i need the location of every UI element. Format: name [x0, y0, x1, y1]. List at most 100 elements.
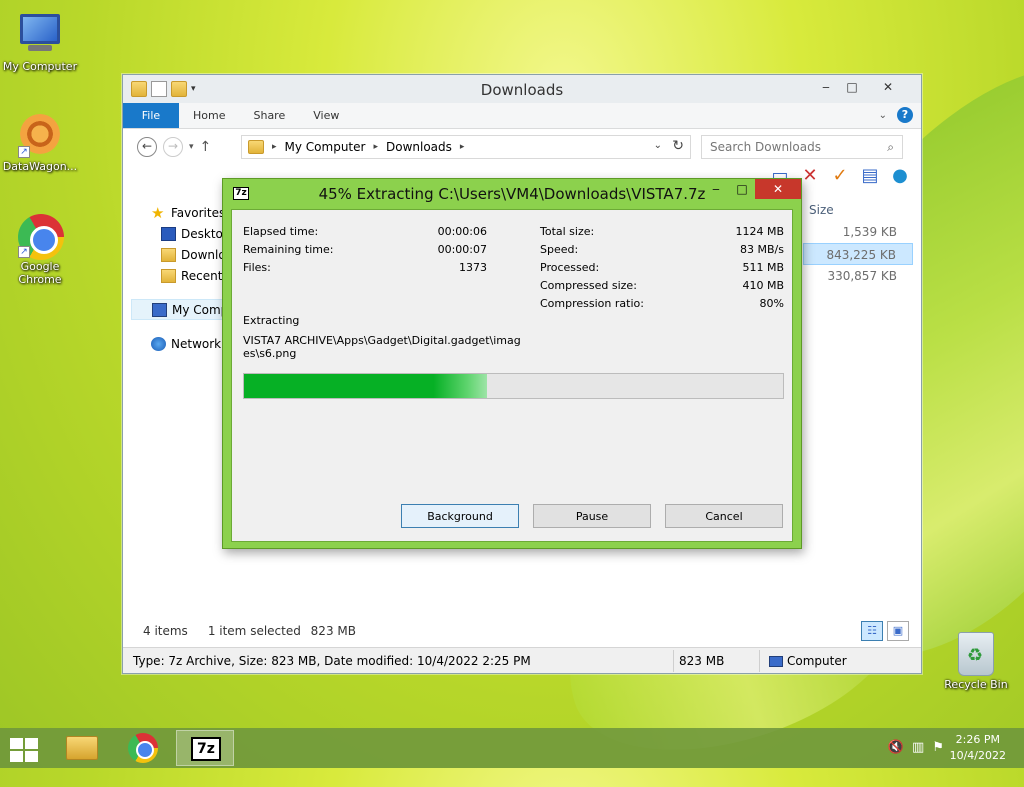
expand-ribbon-icon[interactable]: ⌄ [879, 110, 887, 121]
item-count: 4 items [143, 624, 188, 638]
tab-view[interactable]: View [299, 103, 353, 128]
stat-value: 80% [759, 297, 784, 310]
recent-locations-icon[interactable]: ▾ [189, 142, 194, 152]
taskbar-chrome[interactable] [114, 730, 172, 766]
clock[interactable]: 2:26 PM 10/4/2022 [950, 732, 1006, 764]
tab-home[interactable]: Home [179, 103, 239, 128]
minimize-button[interactable]: ‒ [813, 77, 839, 97]
desktop-icon-chrome[interactable]: ↗ Google Chrome [0, 214, 80, 286]
back-button[interactable]: ← [137, 137, 157, 157]
search-icon: ⌕ [887, 140, 894, 154]
system-tray: 🔇 ▥ ⚑ [888, 740, 944, 755]
action-label: Extracting [243, 314, 300, 327]
network-status-icon[interactable]: ▥ [912, 740, 924, 755]
clock-time: 2:26 PM [955, 733, 1000, 746]
volume-muted-icon[interactable]: 🔇 [888, 740, 904, 755]
globe-icon[interactable]: ● [889, 165, 911, 187]
extract-progress-dialog: 7z 45% Extracting C:\Users\VM4\Downloads… [222, 178, 802, 549]
desktop-icon-recycle-bin[interactable]: Recycle Bin [936, 632, 1016, 691]
details-location: Computer [763, 648, 853, 674]
monitor-icon [18, 14, 62, 58]
taskbar: 7z 🔇 ▥ ⚑ 2:26 PM 10/4/2022 [0, 728, 1024, 768]
progress-fill [244, 374, 487, 398]
tab-file[interactable]: File [123, 103, 179, 128]
cancel-button[interactable]: Cancel [665, 504, 783, 528]
checkmark-icon[interactable]: ✓ [829, 165, 851, 187]
stat-label: Compressed size: [540, 279, 637, 292]
current-file-path: VISTA7 ARCHIVE\Apps\Gadget\Digital.gadge… [243, 334, 521, 360]
minimize-button[interactable]: ‒ [703, 179, 729, 199]
background-button[interactable]: Background [401, 504, 519, 528]
desktop-icon-label: DataWagon... [2, 160, 78, 173]
file-row-size[interactable]: 1,539 KB [803, 221, 913, 243]
nav-label: Network [171, 337, 222, 351]
status-line: 4 items 1 item selected 823 MB [143, 624, 356, 638]
nav-label: Downlo [181, 248, 226, 262]
desktop-icon-my-computer[interactable]: My Computer [0, 10, 80, 73]
stat-label: Total size: [540, 225, 595, 238]
details-info: Type: 7z Archive, Size: 823 MB, Date mod… [133, 654, 531, 668]
location-label: Computer [787, 654, 847, 668]
up-button[interactable]: ↑ [200, 139, 212, 155]
help-icon[interactable]: ? [897, 107, 913, 123]
column-header-size[interactable]: Size [803, 199, 913, 221]
computer-icon [152, 303, 167, 317]
file-row-size[interactable]: 330,857 KB [803, 265, 913, 287]
stats-left: Elapsed time: 00:00:06 Remaining time: 00:… [243, 223, 487, 277]
window-controls: ‒ □ ✕ [813, 77, 911, 97]
desktop-icon-datawagon[interactable]: ↗ DataWagon... [0, 112, 80, 173]
maximize-button[interactable]: □ [729, 179, 755, 199]
start-button[interactable] [10, 738, 38, 762]
close-button[interactable]: ✕ [865, 77, 911, 97]
stat-label: Remaining time: [243, 243, 334, 256]
large-icons-view-icon[interactable]: ▣ [887, 621, 909, 641]
explorer-titlebar: ▾ Downloads ‒ □ ✕ [123, 75, 921, 103]
stat-label: Files: [243, 261, 271, 274]
file-row-size-selected[interactable]: 843,225 KB [803, 243, 913, 265]
rename-icon[interactable]: ▤ [859, 165, 881, 187]
stat-value: 1124 MB [735, 225, 784, 238]
stat-value: 83 MB/s [740, 243, 784, 256]
delete-icon[interactable]: ✕ [799, 165, 821, 187]
stats-right: Total size: 1124 MB Speed: 83 MB/s Process… [540, 223, 784, 313]
pause-button[interactable]: Pause [533, 504, 651, 528]
chevron-right-icon[interactable]: ▸ [272, 142, 277, 152]
breadcrumb-downloads[interactable]: Downloads [386, 140, 452, 154]
refresh-icon[interactable]: ↻ [672, 138, 684, 154]
view-buttons: ☷ ▣ [861, 621, 909, 641]
stat-value: 511 MB [742, 261, 784, 274]
breadcrumb-my-computer[interactable]: My Computer [285, 140, 366, 154]
close-button[interactable]: ✕ [755, 179, 801, 199]
stat-label: Compression ratio: [540, 297, 644, 310]
action-center-icon[interactable]: ⚑ [932, 740, 944, 755]
stat-label: Processed: [540, 261, 600, 274]
taskbar-file-explorer[interactable] [54, 730, 112, 766]
selection-size: 823 MB [310, 624, 356, 638]
details-view-icon[interactable]: ☷ [861, 621, 883, 641]
stat-total-size: Total size: 1124 MB [540, 223, 784, 241]
maximize-button[interactable]: □ [839, 77, 865, 97]
datawagon-icon: ↗ [18, 114, 62, 158]
dialog-body: Elapsed time: 00:00:06 Remaining time: 00:… [231, 209, 793, 542]
stat-value: 00:00:06 [437, 225, 487, 238]
address-dropdown-icon[interactable]: ⌄ [654, 140, 662, 151]
chevron-right-icon[interactable]: ▸ [373, 142, 378, 152]
clock-date: 10/4/2022 [949, 749, 1006, 762]
details-size: 823 MB [679, 654, 725, 668]
chrome-icon [128, 733, 158, 763]
computer-icon [769, 656, 783, 667]
dialog-titlebar: 7z 45% Extracting C:\Users\VM4\Downloads… [223, 179, 801, 209]
stat-speed: Speed: 83 MB/s [540, 241, 784, 259]
chevron-right-icon[interactable]: ▸ [460, 142, 465, 152]
stat-label: Elapsed time: [243, 225, 319, 238]
ribbon-tabs: File Home Share View ⌄ ? [123, 103, 921, 129]
forward-button[interactable]: → [163, 137, 183, 157]
search-input[interactable]: Search Downloads ⌕ [701, 135, 903, 159]
folder-icon [66, 736, 98, 760]
desktop-icon-label: Recycle Bin [944, 678, 1008, 691]
stat-compressed-size: Compressed size: 410 MB [540, 277, 784, 295]
taskbar-7zip[interactable]: 7z [176, 730, 234, 766]
stat-value: 00:00:07 [437, 243, 487, 256]
tab-share[interactable]: Share [239, 103, 299, 128]
address-box[interactable]: ▸ My Computer ▸ Downloads ▸ ⌄ ↻ [241, 135, 691, 159]
